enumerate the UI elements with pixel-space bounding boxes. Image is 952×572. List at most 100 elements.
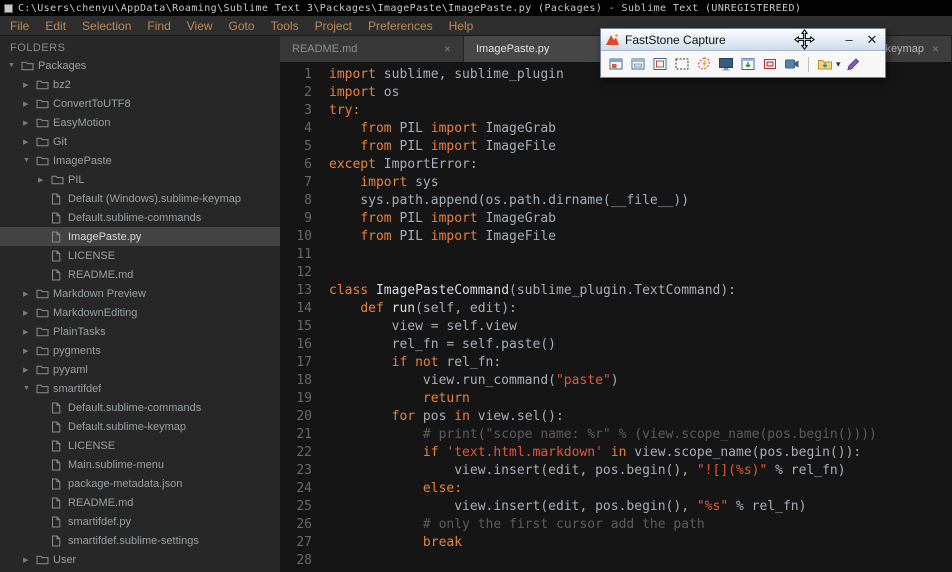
chevron-down-icon[interactable]: ▼ — [23, 157, 36, 164]
tree-file-default-sublime-commands[interactable]: Default.sublime-commands — [0, 208, 280, 227]
menu-help[interactable]: Help — [441, 16, 482, 36]
tree-folder-easymotion[interactable]: ▶ EasyMotion — [0, 113, 280, 132]
tree-file-license[interactable]: LICENSE — [0, 436, 280, 455]
tree-file-package-metadata-json[interactable]: package-metadata.json — [0, 474, 280, 493]
tree-folder-packages[interactable]: ▼ Packages — [0, 56, 280, 75]
chevron-right-icon[interactable]: ▶ — [23, 347, 36, 355]
code-line[interactable]: 21 # print("scope name: %r" % (view.scop… — [280, 427, 952, 445]
code-line[interactable]: 14 def run(self, edit): — [280, 301, 952, 319]
tree-folder-bz2[interactable]: ▶ bz2 — [0, 75, 280, 94]
code-line[interactable]: 28 — [280, 553, 952, 571]
output-folder-icon[interactable] — [815, 54, 835, 74]
code-line[interactable]: 26 # only the first cursor add the path — [280, 517, 952, 535]
menu-project[interactable]: Project — [307, 16, 360, 36]
code-line[interactable]: 11 — [280, 247, 952, 265]
code-line[interactable]: 24 else: — [280, 481, 952, 499]
tree-file-readme-md[interactable]: README.md — [0, 493, 280, 512]
minimize-button[interactable]: – — [840, 32, 858, 48]
edit-settings-icon[interactable] — [843, 54, 863, 74]
chevron-down-icon[interactable]: ▼ — [23, 385, 36, 392]
code-line[interactable]: 16 rel_fn = self.paste() — [280, 337, 952, 355]
capture-fixed-region-icon[interactable] — [760, 54, 780, 74]
tree-folder-pil[interactable]: ▶ PIL — [0, 170, 280, 189]
tree-file-smartifdef-sublime-settings[interactable]: smartifdef.sublime-settings — [0, 531, 280, 550]
code-line[interactable]: 22 if 'text.html.markdown' in view.scope… — [280, 445, 952, 463]
code-line[interactable]: 18 view.run_command("paste") — [280, 373, 952, 391]
chevron-right-icon[interactable]: ▶ — [23, 366, 36, 374]
faststone-window[interactable]: FastStone Capture – ✕ ▾ — [600, 28, 886, 78]
code-line[interactable]: 17 if not rel_fn: — [280, 355, 952, 373]
chevron-right-icon[interactable]: ▶ — [23, 138, 36, 146]
tab-close-icon[interactable]: × — [932, 42, 939, 56]
chevron-right-icon[interactable]: ▶ — [38, 176, 51, 184]
tree-folder-markdown-preview[interactable]: ▶ Markdown Preview — [0, 284, 280, 303]
chevron-right-icon[interactable]: ▶ — [23, 81, 36, 89]
code-line[interactable]: 27 break — [280, 535, 952, 553]
code-line[interactable]: 3 try: — [280, 103, 952, 121]
tree-folder-imagepaste[interactable]: ▼ ImagePaste — [0, 151, 280, 170]
code-line[interactable]: 23 view.insert(edit, pos.begin(), "![](%… — [280, 463, 952, 481]
code-line[interactable]: 12 — [280, 265, 952, 283]
faststone-titlebar[interactable]: FastStone Capture – ✕ — [601, 29, 885, 51]
code-line[interactable]: 20 for pos in view.sel(): — [280, 409, 952, 427]
menu-view[interactable]: View — [179, 16, 221, 36]
capture-scrolling-icon[interactable] — [738, 54, 758, 74]
tree-folder-git[interactable]: ▶ Git — [0, 132, 280, 151]
code-line[interactable]: 10 from PIL import ImageFile — [280, 229, 952, 247]
tab-close-icon[interactable]: × — [436, 42, 451, 56]
tree-folder-smartifdef[interactable]: ▼ smartifdef — [0, 379, 280, 398]
output-dropdown-arrow[interactable]: ▾ — [836, 59, 841, 70]
code-line[interactable]: 15 view = self.view — [280, 319, 952, 337]
capture-fullscreen-icon[interactable] — [716, 54, 736, 74]
tree-file-default-sublime-keymap[interactable]: Default.sublime-keymap — [0, 417, 280, 436]
screen-recorder-icon[interactable] — [782, 54, 802, 74]
menu-find[interactable]: Find — [139, 16, 178, 36]
tree-folder-converttoutf8[interactable]: ▶ ConvertToUTF8 — [0, 94, 280, 113]
chevron-down-icon[interactable]: ▼ — [8, 62, 21, 69]
menu-edit[interactable]: Edit — [37, 16, 74, 36]
chevron-right-icon[interactable]: ▶ — [23, 309, 36, 317]
code-line[interactable]: 2 import os — [280, 85, 952, 103]
tree-folder-pygments[interactable]: ▶ pygments — [0, 341, 280, 360]
capture-active-window-icon[interactable] — [606, 54, 626, 74]
capture-window-icon[interactable] — [628, 54, 648, 74]
code-line[interactable]: 9 from PIL import ImageGrab — [280, 211, 952, 229]
tree-file-default-sublime-commands[interactable]: Default.sublime-commands — [0, 398, 280, 417]
menu-preferences[interactable]: Preferences — [360, 16, 441, 36]
tree-file-license[interactable]: LICENSE — [0, 246, 280, 265]
code-line[interactable]: 5 from PIL import ImageFile — [280, 139, 952, 157]
tree-file-smartifdef-py[interactable]: smartifdef.py — [0, 512, 280, 531]
capture-rect-region-icon[interactable] — [672, 54, 692, 74]
menu-selection[interactable]: Selection — [74, 16, 139, 36]
tree-folder-pyyaml[interactable]: ▶ pyyaml — [0, 360, 280, 379]
code-line[interactable]: 7 import sys — [280, 175, 952, 193]
menu-tools[interactable]: Tools — [263, 16, 307, 36]
chevron-right-icon[interactable]: ▶ — [23, 119, 36, 127]
line-number: 12 — [296, 265, 312, 280]
tree-file-readme-md[interactable]: README.md — [0, 265, 280, 284]
tree-file-imagepaste-py[interactable]: ImagePaste.py — [0, 227, 280, 246]
tree-folder-plaintasks[interactable]: ▶ PlainTasks — [0, 322, 280, 341]
menu-goto[interactable]: Goto — [221, 16, 263, 36]
capture-freehand-icon[interactable] — [694, 54, 714, 74]
code-line[interactable]: 13 class ImagePasteCommand(sublime_plugin… — [280, 283, 952, 301]
code-line[interactable]: 8 sys.path.append(os.path.dirname(__file… — [280, 193, 952, 211]
chevron-right-icon[interactable]: ▶ — [23, 290, 36, 298]
code-line[interactable]: 4 from PIL import ImageGrab — [280, 121, 952, 139]
chevron-right-icon[interactable]: ▶ — [23, 556, 36, 564]
code-line[interactable]: 19 return — [280, 391, 952, 409]
menu-file[interactable]: File — [2, 16, 37, 36]
close-button[interactable]: ✕ — [863, 32, 881, 48]
tree-folder-user[interactable]: ▶ User — [0, 550, 280, 569]
capture-object-icon[interactable] — [650, 54, 670, 74]
code-area[interactable]: 1 import sublime, sublime_plugin 2 import o… — [280, 62, 952, 572]
tab-readme-md[interactable]: README.md × — [280, 36, 464, 62]
chevron-right-icon[interactable]: ▶ — [23, 328, 36, 336]
chevron-right-icon[interactable]: ▶ — [23, 100, 36, 108]
code-line[interactable]: 6 except ImportError: — [280, 157, 952, 175]
code-line[interactable]: 25 view.insert(edit, pos.begin(), "%s" %… — [280, 499, 952, 517]
tree-folder-markdownediting[interactable]: ▶ MarkdownEditing — [0, 303, 280, 322]
tree-file-default-windows-sublime-keymap[interactable]: Default (Windows).sublime-keymap — [0, 189, 280, 208]
tree-file-main-sublime-menu[interactable]: Main.sublime-menu — [0, 455, 280, 474]
window-titlebar[interactable]: C:\Users\chenyu\AppData\Roaming\Sublime … — [0, 0, 952, 16]
